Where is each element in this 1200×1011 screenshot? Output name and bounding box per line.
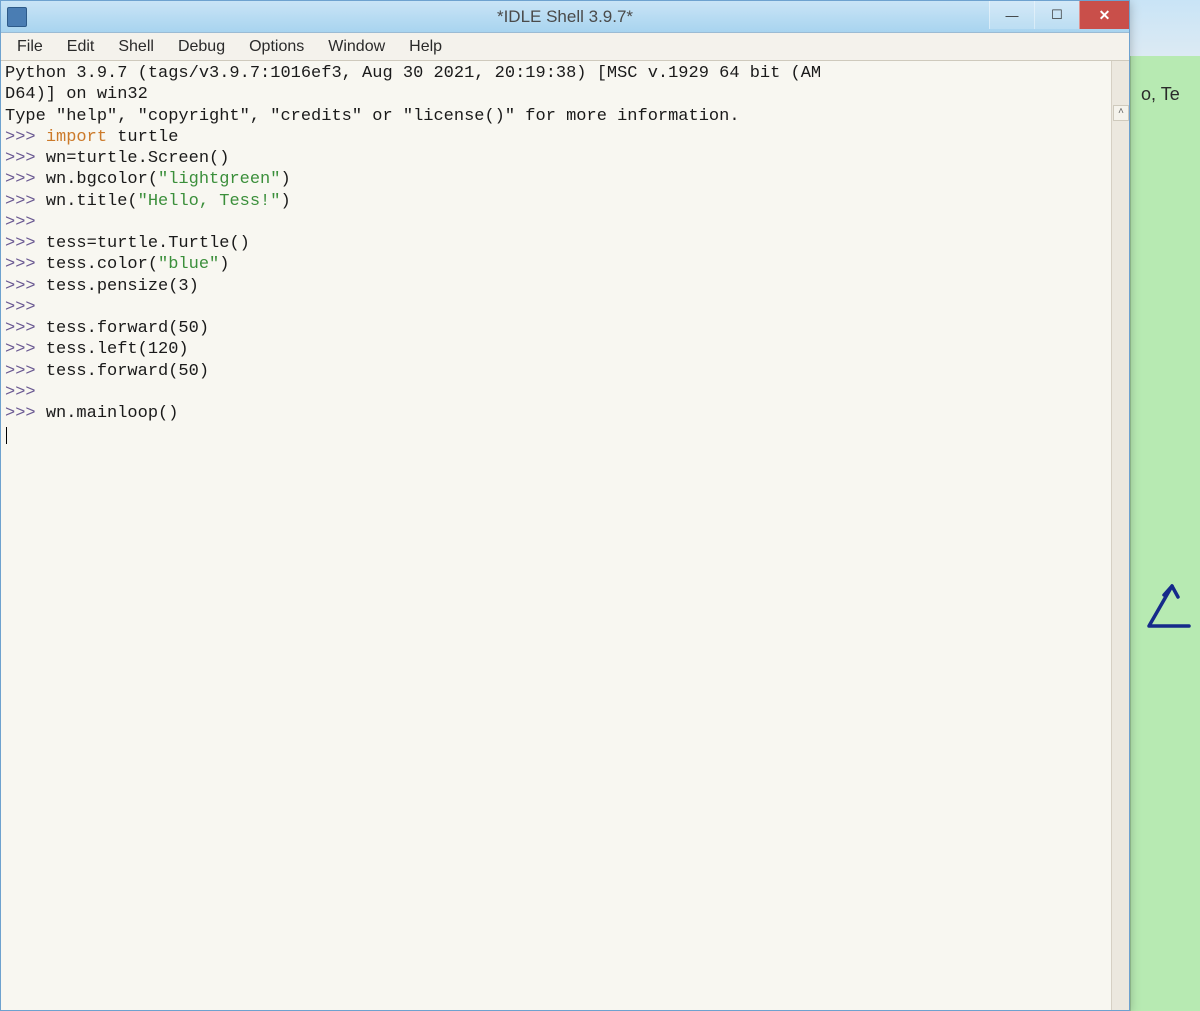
prompt: >>> [5,170,46,189]
turtle-drawing [1134,551,1194,631]
code-text: ) [219,255,229,274]
menu-options[interactable]: Options [237,36,316,58]
prompt: >>> [5,213,46,232]
menu-help[interactable]: Help [397,36,454,58]
menu-debug[interactable]: Debug [166,36,237,58]
banner-line-2: D64)] on win32 [5,85,148,104]
prompt: >>> [5,362,46,381]
menu-edit[interactable]: Edit [55,36,107,58]
code-text: turtle [107,128,178,147]
menubar: File Edit Shell Debug Options Window Hel… [1,33,1129,61]
turtle-title-fragment: o, Te [1141,84,1180,105]
code-text: wn.bgcolor( [46,170,158,189]
window-controls: — ☐ ✕ [989,1,1129,32]
prompt: >>> [5,255,46,274]
code-text: tess=turtle.Turtle() [46,234,250,253]
desktop-strip-top [1130,0,1200,56]
code-text: tess.left(120) [46,340,189,359]
text-cursor [6,427,7,444]
code-text: wn.title( [46,192,138,211]
maximize-button[interactable]: ☐ [1034,1,1079,29]
code-text: tess.color( [46,255,158,274]
scroll-up-icon[interactable]: ˄ [1113,105,1129,121]
string-literal: "blue" [158,255,219,274]
keyword-import: import [46,128,107,147]
code-text: tess.forward(50) [46,319,209,338]
banner-line-3: Type "help", "copyright", "credits" or "… [5,107,740,126]
code-text: wn=turtle.Screen() [46,149,230,168]
prompt: >>> [5,404,46,423]
string-literal: "lightgreen" [158,170,280,189]
vertical-scrollbar[interactable]: ˄ [1111,61,1129,1010]
prompt: >>> [5,234,46,253]
close-button[interactable]: ✕ [1079,1,1129,29]
titlebar[interactable]: *IDLE Shell 3.9.7* — ☐ ✕ [1,1,1129,33]
prompt: >>> [5,319,46,338]
menu-file[interactable]: File [5,36,55,58]
prompt: >>> [5,149,46,168]
prompt: >>> [5,192,46,211]
code-text: ) [280,170,290,189]
shell-text-area[interactable]: Python 3.9.7 (tags/v3.9.7:1016ef3, Aug 3… [1,61,1129,1010]
app-icon [7,7,27,27]
prompt: >>> [5,340,46,359]
window-title: *IDLE Shell 3.9.7* [497,7,633,27]
prompt: >>> [5,298,46,317]
turtle-window-fragment: o, Te [1130,56,1200,1011]
menu-window[interactable]: Window [316,36,397,58]
banner-line-1: Python 3.9.7 (tags/v3.9.7:1016ef3, Aug 3… [5,64,821,83]
code-text: ) [280,192,290,211]
prompt: >>> [5,277,46,296]
prompt: >>> [5,128,46,147]
menu-shell[interactable]: Shell [106,36,166,58]
code-text: tess.pensize(3) [46,277,199,296]
code-text: tess.forward(50) [46,362,209,381]
prompt: >>> [5,383,46,402]
string-literal: "Hello, Tess!" [138,192,281,211]
idle-shell-window: *IDLE Shell 3.9.7* — ☐ ✕ File Edit Shell… [0,0,1130,1011]
code-text: wn.mainloop() [46,404,179,423]
minimize-button[interactable]: — [989,1,1034,29]
